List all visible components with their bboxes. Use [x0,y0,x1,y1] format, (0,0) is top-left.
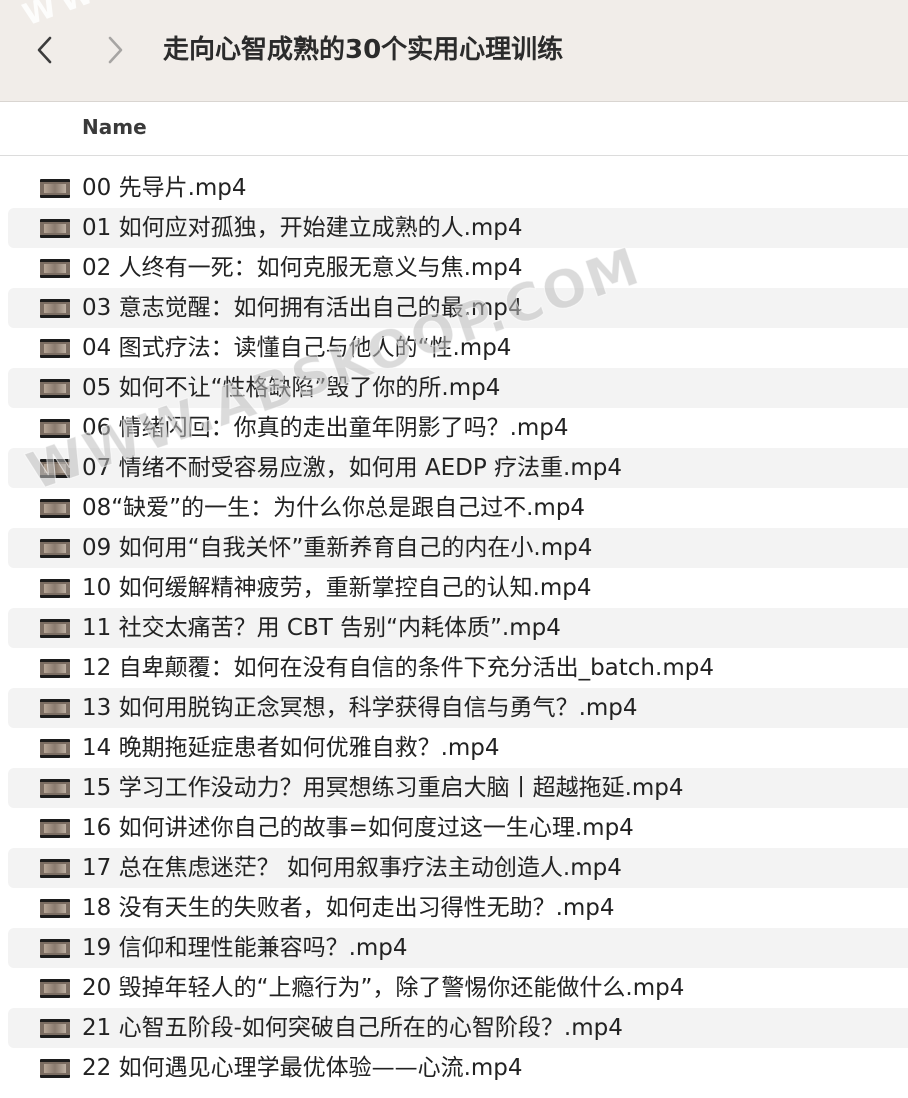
file-name: 09 如何用“自我关怀”重新养育自己的内在小.mp4 [82,535,593,561]
file-name: 14 晚期拖延症患者如何优雅自救？.mp4 [82,735,500,761]
video-thumbnail-icon [40,619,70,638]
video-thumbnail-icon [40,219,70,238]
file-row[interactable]: 16 如何讲述你自己的故事=如何度过这一生心理.mp4 [8,808,908,848]
file-row[interactable]: 18 没有天生的失败者，如何走出习得性无助？.mp4 [8,888,908,928]
file-row[interactable]: 02 人终有一死：如何克服无意义与焦.mp4 [8,248,908,288]
file-row[interactable]: 20 毁掉年轻人的“上瘾行为”，除了警惕你还能做什么.mp4 [8,968,908,1008]
file-name: 00 先导片.mp4 [82,175,247,201]
file-row[interactable]: 04 图式疗法：读懂自己与他人的“性.mp4 [8,328,908,368]
video-thumbnail-icon [40,659,70,678]
forward-button[interactable] [100,30,130,70]
file-row[interactable]: 10 如何缓解精神疲劳，重新掌控自己的认知.mp4 [8,568,908,608]
file-name: 08“缺爱”的一生：为什么你总是跟自己过不.mp4 [82,495,586,521]
video-thumbnail-icon [40,1019,70,1038]
video-thumbnail-icon [40,339,70,358]
video-thumbnail-icon [40,179,70,198]
window-title: 走向心智成熟的30个实用心理训练 [163,35,564,65]
video-thumbnail-icon [40,1059,70,1078]
video-thumbnail-icon [40,299,70,318]
video-thumbnail-icon [40,819,70,838]
file-name: 03 意志觉醒：如何拥有活出自己的最.mp4 [82,295,523,321]
video-thumbnail-icon [40,419,70,438]
file-row[interactable]: 11 社交太痛苦？用 CBT 告别“内耗体质”.mp4 [8,608,908,648]
video-thumbnail-icon [40,459,70,478]
file-row[interactable]: 14 晚期拖延症患者如何优雅自救？.mp4 [8,728,908,768]
chevron-left-icon [37,36,52,64]
column-header-name[interactable]: Name [82,115,147,139]
video-thumbnail-icon [40,739,70,758]
file-row[interactable]: 13 如何用脱钩正念冥想，科学获得自信与勇气？.mp4 [8,688,908,728]
video-thumbnail-icon [40,539,70,558]
video-thumbnail-icon [40,779,70,798]
file-row[interactable]: 22 如何遇见心理学最优体验——心流.mp4 [8,1048,908,1088]
file-row[interactable]: 17 总在焦虑迷茫？ 如何用叙事疗法主动创造人.mp4 [8,848,908,888]
file-name: 05 如何不让“性格缺陷”毁了你的所.mp4 [82,375,501,401]
file-row[interactable]: 05 如何不让“性格缺陷”毁了你的所.mp4 [8,368,908,408]
file-row[interactable]: 12 自卑颠覆：如何在没有自信的条件下充分活出_batch.mp4 [8,648,908,688]
file-name: 21 心智五阶段-如何突破自己所在的心智阶段？.mp4 [82,1015,623,1041]
file-row[interactable]: 19 信仰和理性能兼容吗？.mp4 [8,928,908,968]
video-thumbnail-icon [40,259,70,278]
file-row[interactable]: 03 意志觉醒：如何拥有活出自己的最.mp4 [8,288,908,328]
file-name: 15 学习工作没动力？用冥想练习重启大脑丨超越拖延.mp4 [82,775,684,801]
file-row[interactable]: 01 如何应对孤独，开始建立成熟的人.mp4 [8,208,908,248]
file-name: 02 人终有一死：如何克服无意义与焦.mp4 [82,255,523,281]
file-row[interactable]: 21 心智五阶段-如何突破自己所在的心智阶段？.mp4 [8,1008,908,1048]
file-row[interactable]: 15 学习工作没动力？用冥想练习重启大脑丨超越拖延.mp4 [8,768,908,808]
file-row[interactable]: 07 情绪不耐受容易应激，如何用 AEDP 疗法重.mp4 [8,448,908,488]
file-row[interactable]: 06 情绪闪回：你真的走出童年阴影了吗？.mp4 [8,408,908,448]
file-row[interactable]: 00 先导片.mp4 [8,168,908,208]
video-thumbnail-icon [40,899,70,918]
file-list: 00 先导片.mp4 01 如何应对孤独，开始建立成熟的人.mp4 02 人终有一死… [8,168,908,1088]
file-name: 22 如何遇见心理学最优体验——心流.mp4 [82,1055,523,1081]
file-name: 16 如何讲述你自己的故事=如何度过这一生心理.mp4 [82,815,634,841]
file-name: 10 如何缓解精神疲劳，重新掌控自己的认知.mp4 [82,575,592,601]
file-name: 18 没有天生的失败者，如何走出习得性无助？.mp4 [82,895,615,921]
file-name: 11 社交太痛苦？用 CBT 告别“内耗体质”.mp4 [82,615,561,641]
video-thumbnail-icon [40,699,70,718]
file-name: 20 毁掉年轻人的“上瘾行为”，除了警惕你还能做什么.mp4 [82,975,685,1001]
chevron-right-icon [108,36,123,64]
file-name: 01 如何应对孤独，开始建立成熟的人.mp4 [82,215,523,241]
video-thumbnail-icon [40,939,70,958]
file-name: 07 情绪不耐受容易应激，如何用 AEDP 疗法重.mp4 [82,455,622,481]
file-name: 17 总在焦虑迷茫？ 如何用叙事疗法主动创造人.mp4 [82,855,622,881]
video-thumbnail-icon [40,979,70,998]
video-thumbnail-icon [40,379,70,398]
file-row[interactable]: 09 如何用“自我关怀”重新养育自己的内在小.mp4 [8,528,908,568]
video-thumbnail-icon [40,499,70,518]
video-thumbnail-icon [40,859,70,878]
finder-toolbar: WW 走向心智成熟的30个实用心理训练 [0,0,908,102]
back-button[interactable] [30,30,60,70]
file-name: 19 信仰和理性能兼容吗？.mp4 [82,935,408,961]
file-name: 06 情绪闪回：你真的走出童年阴影了吗？.mp4 [82,415,569,441]
file-name: 04 图式疗法：读懂自己与他人的“性.mp4 [82,335,512,361]
column-header: Name [0,102,908,156]
watermark-top: WW [18,0,104,34]
file-name: 12 自卑颠覆：如何在没有自信的条件下充分活出_batch.mp4 [82,655,714,681]
video-thumbnail-icon [40,579,70,598]
file-name: 13 如何用脱钩正念冥想，科学获得自信与勇气？.mp4 [82,695,638,721]
file-row[interactable]: 08“缺爱”的一生：为什么你总是跟自己过不.mp4 [8,488,908,528]
